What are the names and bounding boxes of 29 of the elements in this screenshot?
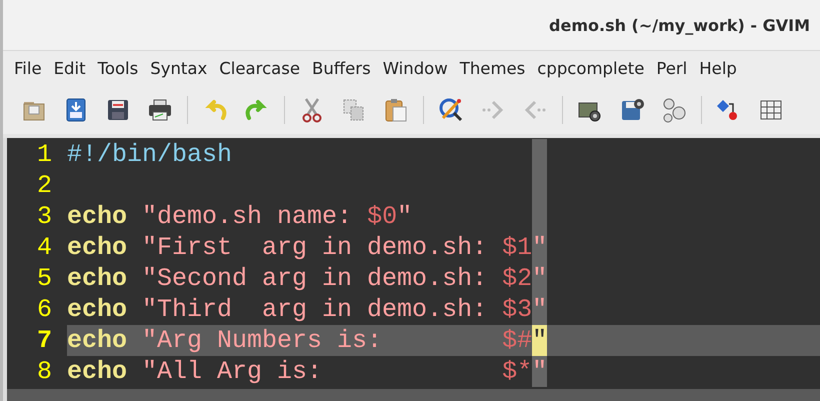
line-number: 3	[36, 201, 52, 232]
menu-item[interactable]: Clearcase	[217, 59, 310, 78]
menu-item[interactable]: Syntax	[148, 59, 218, 78]
menu-item[interactable]: Themes	[458, 59, 536, 78]
line-number: 7	[36, 325, 52, 356]
menu-item[interactable]: Window	[380, 59, 458, 78]
menu-item[interactable]: Perl	[654, 59, 698, 78]
menu-item[interactable]: cppcomplete	[535, 59, 654, 78]
code-line: echo "First arg in demo.sh: $1"	[67, 232, 548, 263]
line-number: 6	[36, 294, 52, 325]
menu-item[interactable]: File	[12, 59, 52, 78]
menu-item[interactable]: Edit	[52, 59, 96, 78]
line-number: 8	[36, 356, 52, 387]
menu-item[interactable]: Tools	[96, 59, 148, 78]
menu-item[interactable]: Buffers	[310, 59, 381, 78]
code-line: echo "Third arg in demo.sh: $3"	[67, 294, 548, 325]
line-number: 5	[36, 263, 52, 294]
menu-item[interactable]: Help	[697, 59, 747, 78]
line-number: 4	[36, 232, 52, 263]
magnifier-pencil-icon[interactable]	[437, 96, 465, 124]
line-number: 2	[36, 170, 52, 201]
code-line: echo "Arg Numbers is: $#	[67, 325, 532, 356]
code-line: echo "All Arg is: $*"	[67, 356, 548, 387]
window-title: demo.sh (~/my_work) - GVIM	[549, 16, 810, 34]
code-line: #!/bin/bash	[67, 139, 232, 170]
code-line: echo "Second arg in demo.sh: $2"	[67, 263, 548, 294]
line-number: 1	[36, 139, 52, 170]
text-cursor: "	[532, 325, 548, 356]
code-line: echo "demo.sh name: $0"	[67, 201, 412, 232]
